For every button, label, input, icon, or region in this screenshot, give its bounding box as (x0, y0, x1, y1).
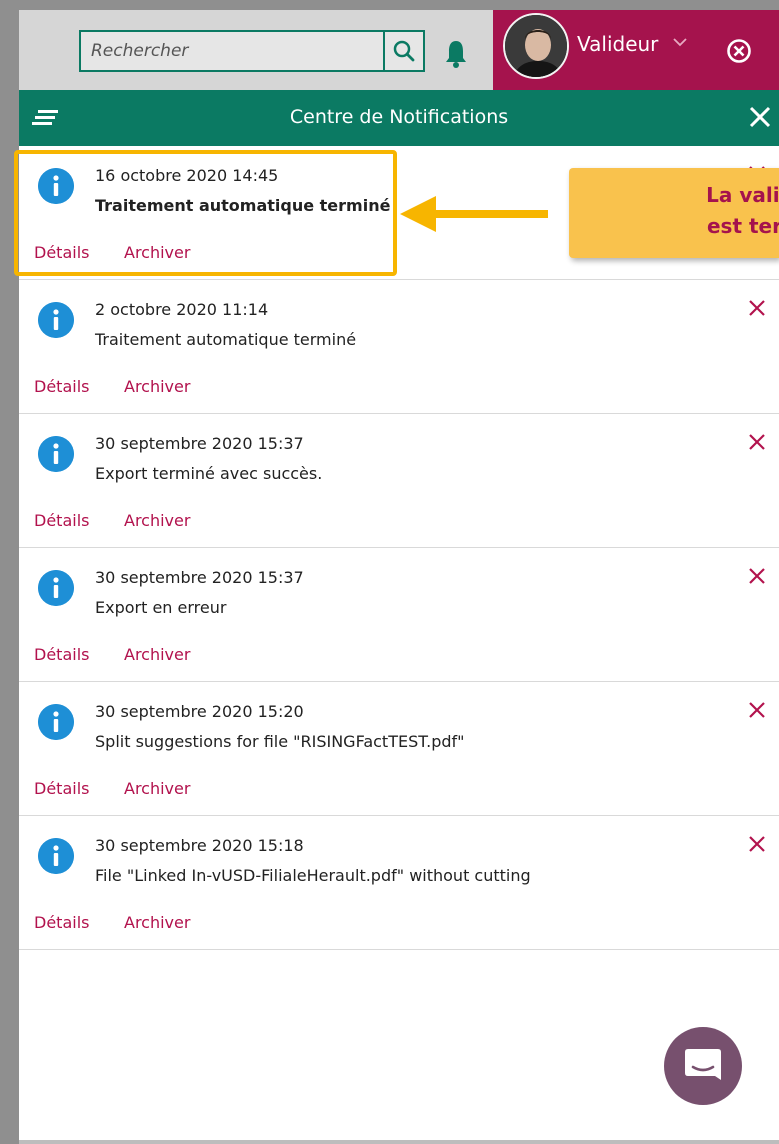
notification-message: Export terminé avec succès. (95, 464, 323, 483)
logout-icon[interactable] (726, 38, 752, 64)
chevron-down-icon (673, 38, 687, 47)
close-icon[interactable] (749, 106, 771, 128)
window-frame-top (0, 0, 779, 10)
avatar (503, 13, 569, 79)
notification-message: File "Linked In-vUSD-FilialeHerault.pdf"… (95, 866, 531, 885)
delete-icon[interactable] (747, 298, 767, 318)
notification-date: 30 septembre 2020 15:20 (95, 702, 304, 721)
details-link[interactable]: Détails (34, 377, 89, 396)
delete-icon[interactable] (747, 432, 767, 452)
archive-link[interactable]: Archiver (124, 511, 190, 530)
search-box (79, 30, 425, 72)
notification-item: 2 octobre 2020 11:14 Traitement automati… (19, 280, 779, 414)
notification-item: 30 septembre 2020 15:37 Export en erreur… (19, 548, 779, 682)
user-menu[interactable]: Valideur (493, 10, 779, 90)
delete-icon[interactable] (747, 834, 767, 854)
notification-date: 2 octobre 2020 11:14 (95, 300, 269, 319)
notification-date: 30 septembre 2020 15:37 (95, 568, 304, 587)
search-button[interactable] (383, 32, 423, 70)
notification-message: Traitement automatique terminé (95, 330, 357, 349)
details-link[interactable]: Détails (34, 645, 89, 664)
notification-item: 30 septembre 2020 15:20 Split suggestion… (19, 682, 779, 816)
details-link[interactable]: Détails (34, 913, 89, 932)
delete-icon[interactable] (747, 566, 767, 586)
archive-link[interactable]: Archiver (124, 913, 190, 932)
details-link[interactable]: Détails (34, 779, 89, 798)
notification-message: Export en erreur (95, 598, 227, 617)
callout-text: La validation est terminée (706, 183, 779, 238)
notification-date: 30 septembre 2020 15:18 (95, 836, 304, 855)
search-input[interactable] (81, 32, 385, 70)
chat-icon (685, 1049, 721, 1080)
page-title: Centre de Notifications (289, 106, 509, 128)
notification-item: 30 septembre 2020 15:37 Export terminé a… (19, 414, 779, 548)
notification-message: Split suggestions for file "RISINGFactTE… (95, 732, 465, 751)
info-icon (38, 838, 74, 874)
info-icon (38, 436, 74, 472)
info-icon (38, 302, 74, 338)
delete-icon[interactable] (747, 700, 767, 720)
archive-link[interactable]: Archiver (124, 377, 190, 396)
notification-item: 30 septembre 2020 15:18 File "Linked In-… (19, 816, 779, 950)
divider (19, 1140, 779, 1144)
top-bar: Valideur (19, 10, 779, 90)
notification-center-header: Centre de Notifications (19, 90, 779, 146)
chat-launcher-button[interactable] (664, 1027, 742, 1105)
arrow-left-icon (400, 196, 548, 232)
notification-date: 30 septembre 2020 15:37 (95, 434, 304, 453)
info-icon (38, 570, 74, 606)
bell-icon[interactable] (443, 38, 469, 68)
search-icon (393, 40, 415, 62)
callout-box: La validation est terminée (569, 168, 779, 258)
archive-link[interactable]: Archiver (124, 645, 190, 664)
highlight-box (14, 150, 397, 276)
info-icon (38, 704, 74, 740)
user-name: Valideur (577, 32, 659, 56)
archive-link[interactable]: Archiver (124, 779, 190, 798)
details-link[interactable]: Détails (34, 511, 89, 530)
